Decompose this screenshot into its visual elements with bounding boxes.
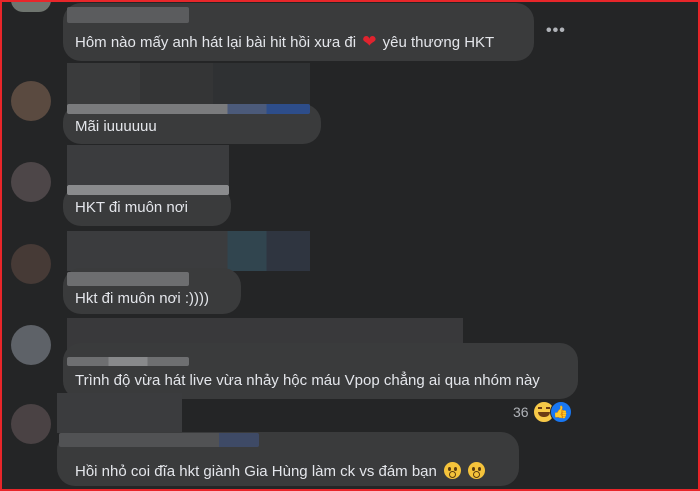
blurred-author-name[interactable] <box>67 104 310 114</box>
comment-text: Mãi iuuuuuu <box>75 118 157 135</box>
blurred-image <box>57 393 182 433</box>
reaction-summary[interactable]: 36 👍 <box>513 401 572 423</box>
avatar[interactable] <box>11 404 51 444</box>
comment-text: Hkt đi muôn nơi :)))) <box>75 290 210 307</box>
heart-icon: ❤ <box>362 32 377 51</box>
flushed-face-emoji <box>468 462 486 479</box>
blurred-image <box>67 145 229 185</box>
blurred-author-name[interactable] <box>67 272 189 286</box>
avatar[interactable] <box>11 0 51 12</box>
avatar[interactable] <box>11 325 51 365</box>
comment-text: HKT đi muôn nơi <box>75 199 188 216</box>
avatar[interactable] <box>11 81 51 121</box>
blurred-author-name[interactable] <box>59 433 259 447</box>
flushed-face-emoji <box>444 462 462 479</box>
avatar[interactable] <box>11 162 51 202</box>
more-options-icon[interactable]: ••• <box>546 22 566 40</box>
avatar[interactable] <box>11 244 51 284</box>
blurred-image <box>67 231 310 271</box>
blurred-author-name[interactable] <box>67 185 229 195</box>
blurred-author-name[interactable] <box>67 357 189 366</box>
comment-text: Hôm nào mấy anh hát lại bài hit hồi xưa … <box>75 32 495 51</box>
blurred-author-name[interactable] <box>67 7 189 23</box>
comment-text: Trình độ vừa hát live vừa nhảy hộc máu V… <box>75 372 540 389</box>
comment-text: Hồi nhỏ coi đĩa hkt giành Gia Hùng làm c… <box>75 462 486 482</box>
like-reaction-icon: 👍 <box>549 401 572 423</box>
reaction-count: 36 <box>513 404 529 420</box>
